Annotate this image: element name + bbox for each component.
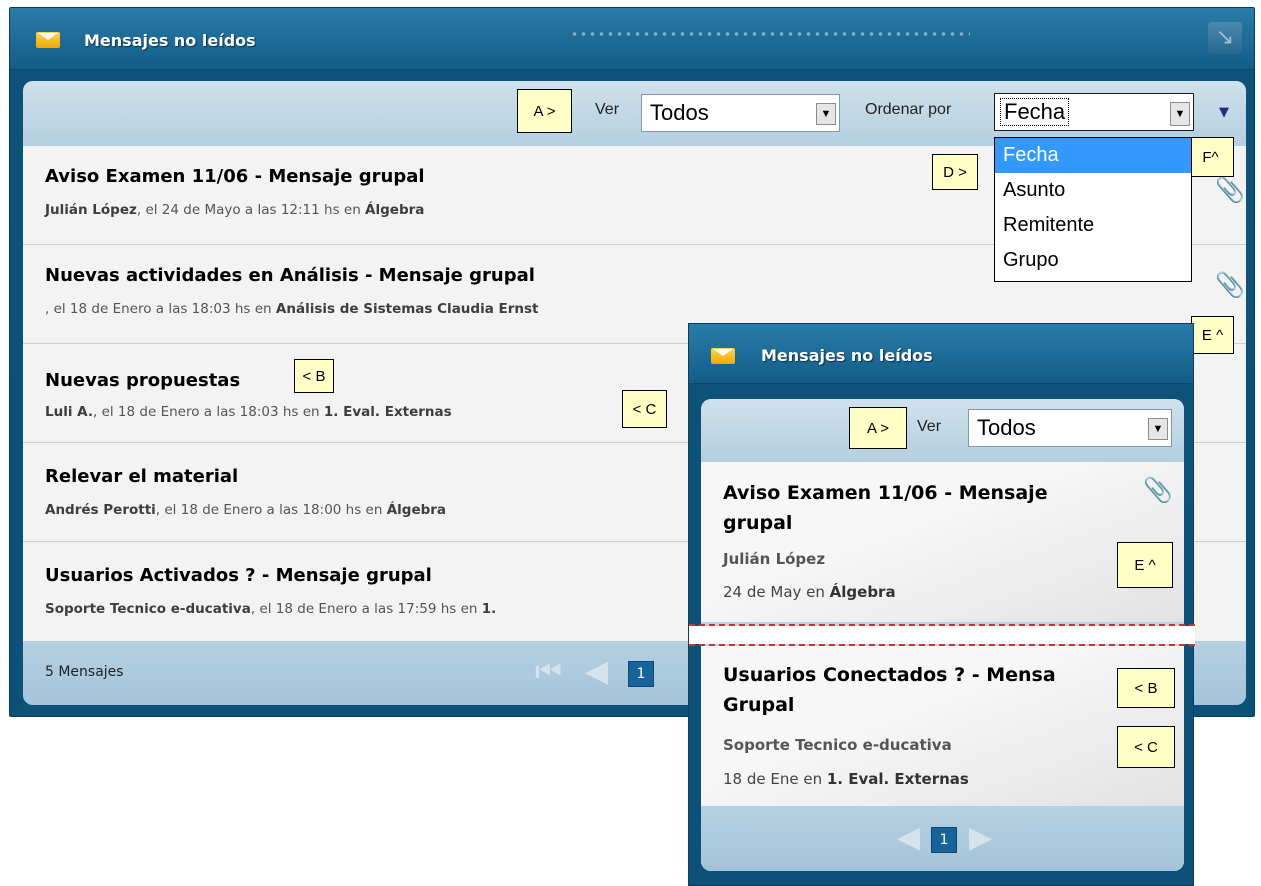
message-meta: Andrés Perotti, el 18 de Enero a las 18:… xyxy=(45,502,447,518)
view-select-value: Todos xyxy=(977,415,1036,440)
resize-icon[interactable]: ↘ xyxy=(1208,22,1242,54)
envelope-icon xyxy=(711,348,735,364)
view-label: Ver xyxy=(595,101,620,118)
message-subject: Aviso Examen 11/06 - Mensaje grupal xyxy=(723,482,1048,534)
annotation-c: < C xyxy=(1117,726,1175,768)
annotation-e: E ^ xyxy=(1191,316,1234,354)
view-select[interactable]: Todos ▼ xyxy=(641,94,840,132)
annotation-a: A > xyxy=(517,89,572,133)
view-select-value: Todos xyxy=(650,100,709,125)
message-subject: Aviso Examen 11/06 - Mensaje grupal xyxy=(45,166,425,187)
annotation-f: F^ xyxy=(1187,137,1234,177)
compact-pager: ◀ 1 ▶ xyxy=(701,806,1184,871)
compact-message-card[interactable]: Aviso Examen 11/06 - Mensaje grupal 📎 Ju… xyxy=(701,462,1184,622)
prev-page-icon[interactable]: ◀ xyxy=(585,657,608,687)
message-date: 24 de May en Álgebra xyxy=(723,583,896,601)
compact-panel-lower: Usuarios Conectados ? - Mensa Grupal < B … xyxy=(701,646,1184,871)
prev-page-icon[interactable]: ◀ xyxy=(897,823,920,853)
view-label: Ver xyxy=(917,418,942,435)
paperclip-icon: 📎 xyxy=(1143,476,1173,504)
annotation-e: E ^ xyxy=(1117,542,1173,588)
message-meta: , el 18 de Enero a las 18:03 hs en Análi… xyxy=(45,301,539,317)
compact-titlebar: Mensajes no leídos xyxy=(689,324,1193,384)
message-meta: Julián López, el 24 de Mayo a las 12:11 … xyxy=(45,202,425,218)
page-number[interactable]: 1 xyxy=(628,661,654,687)
compact-toolbar: A > Ver Todos ▼ xyxy=(701,399,1184,462)
chevron-down-icon[interactable]: ▼ xyxy=(816,103,836,125)
chevron-down-icon[interactable]: ▼ xyxy=(1170,102,1190,126)
widget-title: Mensajes no leídos xyxy=(84,31,256,50)
order-option-asunto[interactable]: Asunto xyxy=(995,173,1191,208)
message-subject: Usuarios Conectados ? - Mensa Grupal xyxy=(723,664,1056,716)
message-author: Soporte Tecnico e-ducativa xyxy=(723,736,952,754)
widget-titlebar: Mensajes no leídos ↘ xyxy=(10,8,1254,70)
message-subject: Usuarios Activados ? - Mensaje grupal xyxy=(45,565,432,586)
order-select-value: Fecha xyxy=(1000,98,1070,126)
annotation-b: < B xyxy=(294,359,334,393)
titlebar-drag-handle[interactable] xyxy=(570,30,970,38)
message-subject: Nuevas actividades en Análisis - Mensaje… xyxy=(45,265,535,286)
paperclip-icon: 📎 xyxy=(1215,271,1245,299)
order-label: Ordenar por xyxy=(865,101,952,118)
tear-gap xyxy=(689,626,1195,644)
page-number[interactable]: 1 xyxy=(931,827,957,853)
sort-direction-icon[interactable]: ▼ xyxy=(1219,105,1229,120)
envelope-icon xyxy=(36,32,60,48)
chevron-down-icon[interactable]: ▼ xyxy=(1148,418,1168,440)
compact-title: Mensajes no leídos xyxy=(761,346,933,365)
message-date: 18 de Ene en 1. Eval. Externas xyxy=(723,770,969,788)
annotation-c: < C xyxy=(622,390,667,428)
annotation-d: D > xyxy=(932,154,978,190)
message-meta: Soporte Tecnico e-ducativa, el 18 de Ene… xyxy=(45,601,497,617)
order-dropdown-list[interactable]: Fecha Asunto Remitente Grupo xyxy=(994,137,1192,282)
compact-unread-widget: Mensajes no leídos A > Ver Todos ▼ Aviso… xyxy=(688,323,1195,886)
order-select[interactable]: Fecha ▼ xyxy=(994,93,1194,131)
message-meta: Luli A., el 18 de Enero a las 18:03 hs e… xyxy=(45,404,452,420)
order-option-remitente[interactable]: Remitente xyxy=(995,208,1191,243)
paperclip-icon: 📎 xyxy=(1215,176,1245,204)
annotation-b: < B xyxy=(1117,668,1175,708)
order-option-fecha[interactable]: Fecha xyxy=(995,138,1191,173)
message-author: Julián López xyxy=(723,550,826,568)
compact-view-select[interactable]: Todos ▼ xyxy=(968,409,1172,447)
message-subject: Nuevas propuestas xyxy=(45,370,241,391)
next-page-icon[interactable]: ▶ xyxy=(969,823,992,853)
first-page-icon[interactable]: ⏮ xyxy=(535,657,562,687)
annotation-a: A > xyxy=(849,407,907,449)
compact-message-card[interactable]: Usuarios Conectados ? - Mensa Grupal < B … xyxy=(701,646,1184,806)
message-subject: Relevar el material xyxy=(45,466,239,487)
order-option-grupo[interactable]: Grupo xyxy=(995,243,1191,278)
message-count: 5 Mensajes xyxy=(45,664,124,680)
